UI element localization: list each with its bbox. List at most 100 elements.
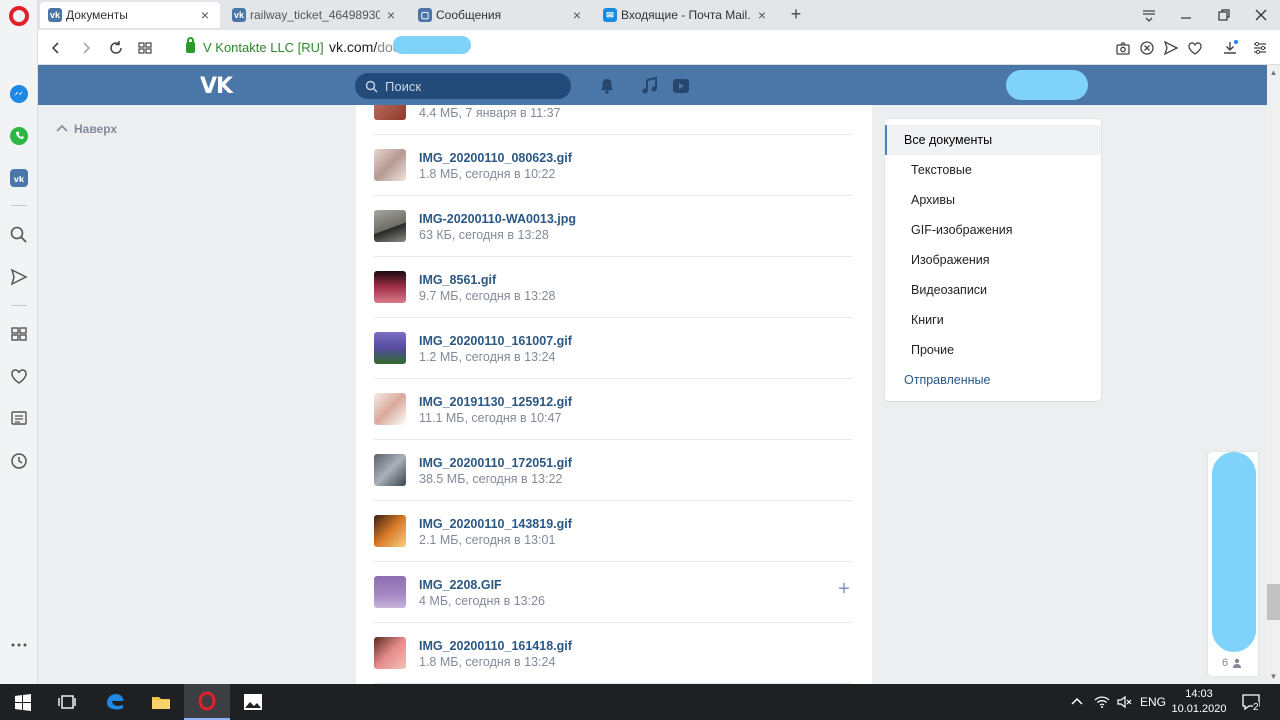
- security-label: V Kontakte LLC [RU]: [203, 40, 324, 55]
- send-icon[interactable]: [8, 266, 30, 288]
- back-icon[interactable]: [46, 38, 66, 58]
- lock-icon: [186, 37, 195, 53]
- history-icon[interactable]: [8, 450, 30, 472]
- scroll-up-arrow-icon[interactable]: ▲: [1267, 66, 1280, 79]
- photos-app-icon[interactable]: [230, 684, 276, 720]
- document-meta: 11.1 МБ, сегодня в 10:47: [419, 411, 562, 425]
- scrollbar-thumb[interactable]: [1267, 584, 1280, 620]
- heart-icon[interactable]: [8, 365, 30, 387]
- scroll-down-arrow-icon[interactable]: ▼: [1267, 670, 1280, 683]
- document-name[interactable]: IMG_8561.gif: [419, 273, 496, 287]
- list-item[interactable]: IMG_20200110_172051.gif 38.5 МБ, сегодня …: [374, 440, 852, 501]
- document-name[interactable]: IMG_20200110_161418.gif: [419, 639, 572, 653]
- back-to-top-link[interactable]: Наверх: [56, 122, 117, 136]
- list-item[interactable]: IMG_20200110_143819.gif 2.1 МБ, сегодня в…: [374, 501, 852, 562]
- page-content: Наверх 4.4 МБ, 7 января в 11:37 IMG_2020…: [38, 105, 1267, 684]
- search-icon[interactable]: [8, 224, 30, 246]
- speed-dial-icon[interactable]: [135, 38, 155, 58]
- minimize-icon[interactable]: [1175, 4, 1197, 26]
- opera-taskbar-icon[interactable]: [184, 684, 230, 720]
- messenger-icon[interactable]: [8, 83, 30, 105]
- bookmark-heart-icon[interactable]: [1185, 38, 1205, 58]
- document-thumbnail: [374, 105, 406, 120]
- video-player-icon[interactable]: [670, 75, 692, 97]
- notification-count: 2: [1253, 701, 1259, 713]
- vk-sidebar-icon[interactable]: vk: [8, 167, 30, 189]
- speed-dial-icon[interactable]: [8, 323, 30, 345]
- filter-item[interactable]: Все документы: [885, 125, 1101, 155]
- adblock-icon[interactable]: [1137, 38, 1157, 58]
- tab-railway-ticket[interactable]: vk railway_ticket_46498930 (1) ×: [224, 2, 406, 28]
- close-icon[interactable]: ×: [570, 7, 584, 23]
- download-icon[interactable]: [1220, 38, 1240, 58]
- document-name[interactable]: IMG_20200110_161007.gif: [419, 334, 572, 348]
- filter-item[interactable]: Архивы: [885, 185, 1101, 215]
- redacted-profile[interactable]: [1006, 70, 1088, 100]
- filter-item[interactable]: Изображения: [885, 245, 1101, 275]
- tab-messages[interactable]: ▢ Сообщения ×: [410, 2, 592, 28]
- filter-item[interactable]: Отправленные: [885, 365, 1101, 395]
- volume-icon[interactable]: [1116, 684, 1132, 720]
- restore-icon[interactable]: [1213, 4, 1235, 26]
- reload-icon[interactable]: [106, 38, 126, 58]
- filter-item[interactable]: Видеозаписи: [885, 275, 1101, 305]
- list-item[interactable]: IMG_8561.gif 9.7 МБ, сегодня в 13:28: [374, 257, 852, 318]
- notifications-bell-icon[interactable]: [596, 75, 618, 97]
- filter-item[interactable]: Прочие: [885, 335, 1101, 365]
- security-badge[interactable]: V Kontakte LLC [RU]: [186, 37, 324, 55]
- music-icon[interactable]: [639, 75, 661, 97]
- whatsapp-icon[interactable]: [8, 125, 30, 147]
- list-item[interactable]: IMG_20200110_161007.gif 1.2 МБ, сегодня в…: [374, 318, 852, 379]
- list-item[interactable]: 4.4 МБ, 7 января в 11:37: [374, 105, 852, 135]
- filter-item[interactable]: Книги: [885, 305, 1101, 335]
- easy-setup-icon[interactable]: [1250, 38, 1270, 58]
- news-icon[interactable]: [8, 407, 30, 429]
- opera-sidebar: vk: [0, 0, 38, 684]
- list-item[interactable]: IMG_20200110_161418.gif 1.8 МБ, сегодня в…: [374, 623, 852, 684]
- system-clock[interactable]: 14:03 10.01.2020: [1168, 687, 1230, 717]
- document-name[interactable]: IMG-20200110-WA0013.jpg: [419, 212, 576, 226]
- search-input[interactable]: Поиск: [355, 73, 571, 99]
- filter-item[interactable]: GIF-изображения: [885, 215, 1101, 245]
- document-name[interactable]: IMG_20200110_172051.gif: [419, 456, 572, 470]
- network-icon[interactable]: [1094, 684, 1110, 720]
- document-name[interactable]: IMG_20200110_143819.gif: [419, 517, 572, 531]
- filter-item[interactable]: Текстовые: [885, 155, 1101, 185]
- list-item[interactable]: IMG_2208.GIF 4 МБ, сегодня в 13:26 +: [374, 562, 852, 623]
- document-name[interactable]: IMG_2208.GIF: [419, 578, 502, 592]
- url-field[interactable]: vk.com/doc: [329, 39, 400, 55]
- tab-documents[interactable]: vk Документы ×: [40, 2, 220, 28]
- online-friends-count[interactable]: 6: [1222, 657, 1242, 669]
- svg-text:vk: vk: [14, 175, 25, 184]
- document-meta: 63 КБ, сегодня в 13:28: [419, 228, 549, 242]
- document-name[interactable]: IMG_20200110_080623.gif: [419, 151, 572, 165]
- list-item[interactable]: IMG_20191130_125912.gif 11.1 МБ, сегодня …: [374, 379, 852, 440]
- close-icon[interactable]: ×: [384, 7, 398, 23]
- windows-start-icon[interactable]: [0, 684, 46, 720]
- close-window-icon[interactable]: [1250, 4, 1272, 26]
- close-icon[interactable]: ×: [755, 7, 769, 23]
- document-thumbnail: [374, 576, 406, 608]
- tab-mail[interactable]: ✉ Входящие - Почта Mail.ru ×: [595, 2, 777, 28]
- send-icon[interactable]: [1161, 38, 1181, 58]
- vk-icon: vk: [48, 8, 62, 22]
- action-center[interactable]: 2: [1241, 684, 1260, 720]
- document-name[interactable]: IMG_20191130_125912.gif: [419, 395, 572, 409]
- edge-browser-icon[interactable]: [92, 684, 138, 720]
- show-hidden-icons[interactable]: [1070, 684, 1084, 720]
- vk-logo[interactable]: VK: [200, 74, 233, 99]
- list-item[interactable]: IMG-20200110-WA0013.jpg 63 КБ, сегодня в …: [374, 196, 852, 257]
- opera-logo-icon[interactable]: [9, 6, 29, 26]
- language-indicator[interactable]: ENG: [1140, 684, 1166, 720]
- add-document-button[interactable]: +: [836, 579, 852, 599]
- list-item[interactable]: IMG_20200110_080623.gif 1.8 МБ, сегодня в…: [374, 135, 852, 196]
- snapshot-icon[interactable]: [1113, 38, 1133, 58]
- file-explorer-icon[interactable]: [138, 684, 184, 720]
- document-thumbnail: [374, 637, 406, 669]
- more-icon[interactable]: [8, 634, 30, 656]
- task-view-icon[interactable]: [44, 684, 90, 720]
- new-tab-button[interactable]: +: [785, 3, 807, 25]
- close-icon[interactable]: ×: [198, 7, 212, 23]
- forward-icon[interactable]: [76, 38, 96, 58]
- tab-menu-icon[interactable]: [1138, 4, 1160, 26]
